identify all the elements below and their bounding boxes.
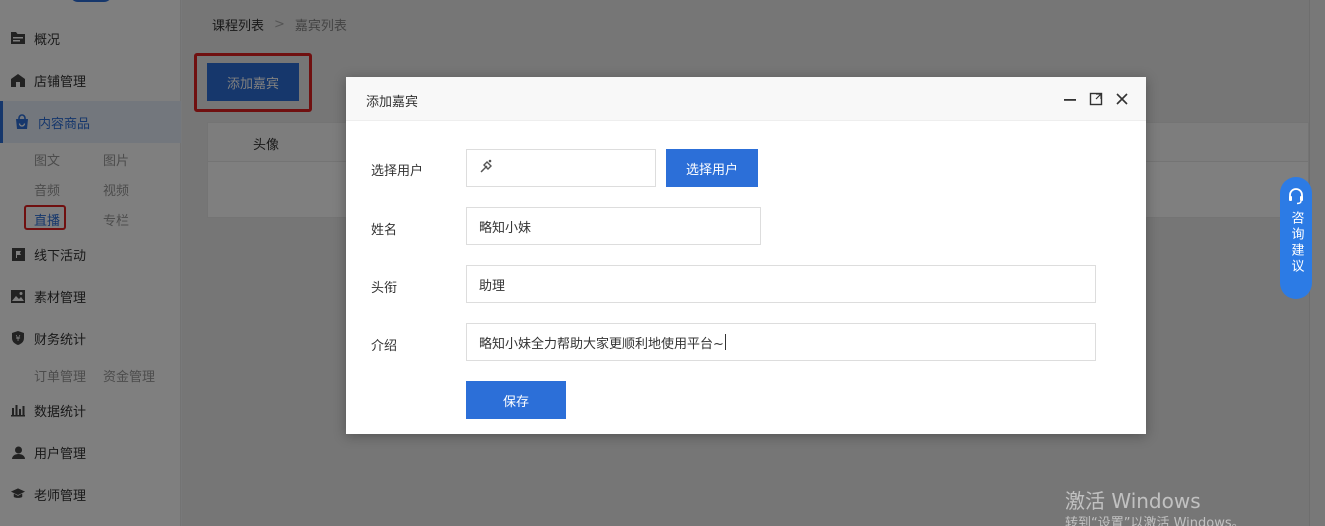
select-user-button[interactable]: 选择用户 [666, 149, 758, 187]
minimize-icon[interactable] [1060, 89, 1080, 109]
maximize-icon[interactable] [1086, 89, 1106, 109]
title-value: 助理 [479, 278, 506, 294]
intro-input[interactable]: 略知小妹全力帮助大家更顺利地使用平台~ [466, 323, 1096, 361]
title-input[interactable]: 助理 [466, 265, 1096, 303]
add-guest-dialog: 添加嘉宾 选择用户 选择用户 姓名 略知小妹 头衔 助理 介绍 略知小妹全力帮助… [346, 77, 1146, 434]
user-label: 选择用户 [371, 164, 424, 179]
intro-value: 略知小妹全力帮助大家更顺利地使用平台~ [479, 336, 724, 352]
title-label: 头衔 [371, 281, 398, 296]
consult-button[interactable]: 咨询建议 [1280, 177, 1312, 299]
activation-watermark-title: 激活 Windows [1065, 489, 1201, 513]
close-icon[interactable] [1112, 89, 1132, 109]
dialog-header: 添加嘉宾 [346, 77, 1146, 121]
text-caret [724, 334, 726, 350]
activation-watermark-subtitle: 转到“设置”以激活 Windows。 [1065, 516, 1245, 526]
broken-image-icon [479, 158, 495, 178]
headset-icon [1287, 187, 1305, 205]
intro-label: 介绍 [371, 339, 398, 354]
dialog-title: 添加嘉宾 [366, 95, 419, 110]
name-value: 略知小妹 [479, 220, 532, 236]
user-avatar-field[interactable] [466, 149, 656, 187]
save-button[interactable]: 保存 [466, 381, 566, 419]
name-input[interactable]: 略知小妹 [466, 207, 761, 245]
name-label: 姓名 [371, 223, 398, 238]
consult-label: 咨询建议 [1288, 211, 1304, 275]
